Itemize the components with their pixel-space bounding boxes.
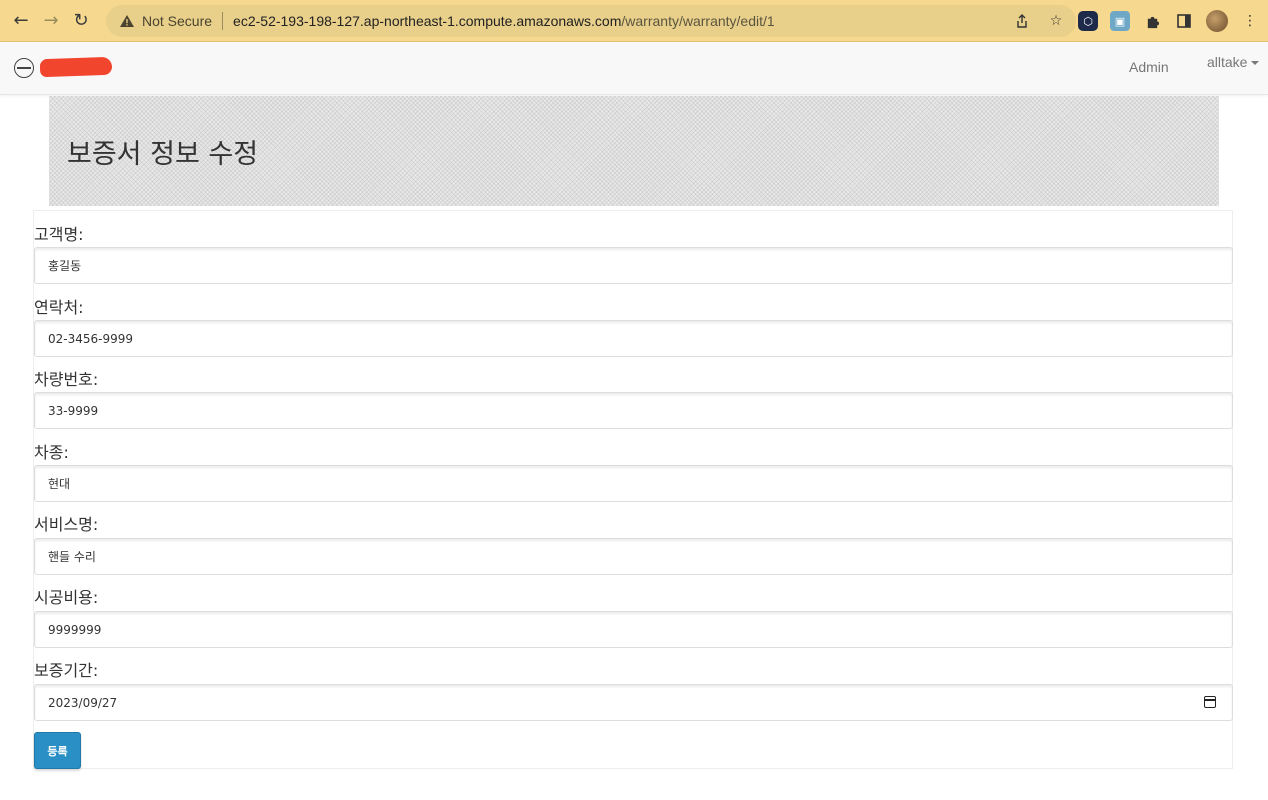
- calendar-icon[interactable]: [1204, 696, 1216, 708]
- share-icon[interactable]: [1012, 11, 1032, 31]
- kebab-menu-icon[interactable]: ⋮: [1240, 11, 1260, 31]
- extensions-bar: ⬡ ▣ ⋮: [1078, 6, 1260, 36]
- warning-icon[interactable]: [118, 12, 136, 30]
- service-name-input[interactable]: 핸들 수리: [34, 538, 1233, 575]
- divider: [222, 12, 224, 30]
- vehicle-number-input[interactable]: 33-9999: [34, 392, 1233, 429]
- warranty-form: 고객명: 홍길동 연락처: 02-3456-9999 차량번호: 33-9999…: [33, 210, 1233, 769]
- nav-admin-link[interactable]: Admin: [1129, 59, 1169, 75]
- profile-avatar[interactable]: [1206, 10, 1228, 32]
- url-host: ec2-52-193-198-127.ap-northeast-1.comput…: [233, 13, 622, 29]
- forward-arrow-icon[interactable]: →: [36, 6, 66, 36]
- warranty-period-label: 보증기간:: [34, 661, 99, 680]
- submit-button[interactable]: 등록: [34, 732, 81, 769]
- extension-translate-icon[interactable]: ▣: [1110, 11, 1130, 31]
- bookmark-star-icon[interactable]: ☆: [1046, 11, 1066, 31]
- customer-name-input[interactable]: 홍길동: [34, 247, 1233, 284]
- extension-hex-icon[interactable]: ⬡: [1078, 11, 1098, 31]
- service-cost-label: 시공비용:: [34, 588, 99, 607]
- brand-logo-icon[interactable]: [14, 58, 34, 78]
- back-arrow-icon[interactable]: ←: [6, 6, 36, 36]
- omnibox-actions: ☆: [1012, 5, 1066, 37]
- contact-label: 연락처:: [34, 298, 84, 317]
- url-path: /warranty/warranty/edit/1: [621, 13, 775, 29]
- contact-input[interactable]: 02-3456-9999: [34, 320, 1233, 357]
- user-dropdown[interactable]: alltake: [1207, 54, 1260, 70]
- warranty-date-value: 2023/09/27: [48, 695, 118, 710]
- browser-toolbar: ← → ↻ Not Secure ec2-52-193-198-127.ap-n…: [0, 0, 1268, 42]
- service-name-label: 서비스명:: [34, 515, 99, 534]
- page-header: 보증서 정보 수정: [49, 96, 1219, 206]
- page-title: 보증서 정보 수정: [67, 139, 259, 170]
- caret-down-icon: [1251, 61, 1260, 66]
- extensions-puzzle-icon[interactable]: [1142, 11, 1162, 31]
- car-model-label: 차종:: [34, 443, 69, 462]
- service-cost-input[interactable]: 9999999: [34, 611, 1233, 648]
- side-panel-icon[interactable]: [1174, 11, 1194, 31]
- vehicle-number-label: 차량번호:: [34, 370, 99, 389]
- security-label[interactable]: Not Secure: [142, 13, 212, 29]
- customer-name-label: 고객명:: [34, 225, 84, 244]
- url-text[interactable]: ec2-52-193-198-127.ap-northeast-1.comput…: [233, 13, 775, 29]
- address-bar[interactable]: Not Secure ec2-52-193-198-127.ap-northea…: [106, 5, 1076, 37]
- car-model-input[interactable]: 현대: [34, 465, 1233, 502]
- user-name: alltake: [1207, 54, 1248, 70]
- brand-name-redaction: [39, 56, 113, 78]
- warranty-date-input[interactable]: 2023/09/27: [34, 684, 1233, 721]
- app-navbar: Admin alltake: [0, 42, 1268, 95]
- reload-icon[interactable]: ↻: [66, 6, 96, 36]
